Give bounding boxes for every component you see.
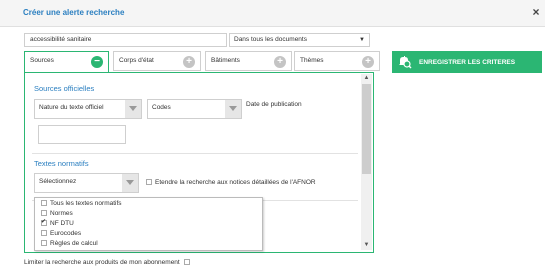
plus-circle-icon[interactable]: + xyxy=(362,56,374,68)
search-alert-icon xyxy=(399,56,412,69)
minus-circle-icon[interactable]: − xyxy=(91,56,103,68)
chevron-down-icon xyxy=(225,100,241,118)
checkbox[interactable] xyxy=(41,200,47,207)
save-criteria-button[interactable]: ENREGISTRER LES CRITERES xyxy=(392,51,542,73)
option-regles-calcul[interactable]: Règles de calcul xyxy=(41,240,98,247)
date-publication-label: Date de publication xyxy=(246,101,302,108)
limit-subscription-option[interactable]: Limiter la recherche aux produits de mon… xyxy=(24,259,193,266)
panel-scrollbar[interactable]: ▲ ▼ xyxy=(361,74,372,250)
tab-sources[interactable]: Sources − xyxy=(24,51,109,73)
tab-corps-etat[interactable]: Corps d'état + xyxy=(113,51,201,71)
limit-subscription-label: Limiter la recherche aux produits de mon… xyxy=(24,259,180,266)
option-label: Règles de calcul xyxy=(50,240,98,247)
nature-texte-value: Nature du texte officiel xyxy=(39,104,104,111)
chevron-down-icon xyxy=(122,174,138,192)
checkbox-checked[interactable] xyxy=(41,218,47,227)
search-input[interactable]: accessibilité sanitaire xyxy=(24,33,227,47)
chevron-down-icon xyxy=(125,100,141,118)
checkbox[interactable] xyxy=(41,240,47,247)
codes-value: Codes xyxy=(152,104,171,111)
option-label: Normes xyxy=(50,210,73,217)
nature-texte-select[interactable]: Nature du texte officiel xyxy=(34,99,142,119)
save-criteria-label: ENREGISTRER LES CRITERES xyxy=(419,59,516,66)
dialog-title: Créer une alerte recherche xyxy=(23,8,125,17)
plus-circle-icon[interactable]: + xyxy=(274,56,286,68)
scroll-thumb[interactable] xyxy=(362,84,371,174)
tab-label: Corps d'état xyxy=(119,57,154,64)
extend-afnor-option[interactable]: Etendre la recherche aux notices détaill… xyxy=(146,179,316,186)
checkbox[interactable] xyxy=(41,210,47,217)
tab-batiments[interactable]: Bâtiments + xyxy=(205,51,292,71)
checkbox[interactable] xyxy=(41,230,47,237)
option-label: Eurocodes xyxy=(50,230,82,237)
textes-normatifs-options: Tous les textes normatifs Normes NF DTU … xyxy=(34,197,263,251)
tab-label: Thèmes xyxy=(300,57,324,64)
scroll-down-icon[interactable]: ▼ xyxy=(361,241,372,250)
option-normes[interactable]: Normes xyxy=(41,210,73,217)
option-label: NF DTU xyxy=(50,220,74,227)
limit-subscription-checkbox[interactable] xyxy=(183,259,190,266)
extend-afnor-checkbox[interactable] xyxy=(146,179,152,186)
scope-select-value: Dans tous les documents xyxy=(234,36,307,43)
close-icon[interactable]: × xyxy=(530,5,542,19)
codes-select[interactable]: Codes xyxy=(147,99,242,119)
extend-afnor-label: Etendre la recherche aux notices détaill… xyxy=(155,179,316,186)
plus-circle-icon[interactable]: + xyxy=(183,56,195,68)
tab-label: Sources xyxy=(30,57,54,64)
tab-themes[interactable]: Thèmes + xyxy=(294,51,380,71)
date-publication-input[interactable] xyxy=(38,125,126,144)
option-eurocodes[interactable]: Eurocodes xyxy=(41,230,81,237)
option-nf-dtu[interactable]: NF DTU xyxy=(41,218,74,227)
dialog-titlebar: Créer une alerte recherche × xyxy=(0,0,545,27)
section-divider xyxy=(32,153,358,154)
scroll-up-icon[interactable]: ▲ xyxy=(361,74,372,83)
option-tous-textes[interactable]: Tous les textes normatifs xyxy=(41,200,122,207)
chevron-down-icon: ▼ xyxy=(359,37,365,43)
tab-label: Bâtiments xyxy=(211,57,240,64)
section-heading-textes-normatifs: Textes normatifs xyxy=(34,159,89,168)
textes-normatifs-select[interactable]: Sélectionnez xyxy=(34,173,139,193)
textes-normatifs-value: Sélectionnez xyxy=(39,178,77,185)
option-label: Tous les textes normatifs xyxy=(50,200,122,207)
section-heading-sources-officielles: Sources officielles xyxy=(34,84,95,93)
scope-select[interactable]: Dans tous les documents ▼ xyxy=(229,33,370,47)
